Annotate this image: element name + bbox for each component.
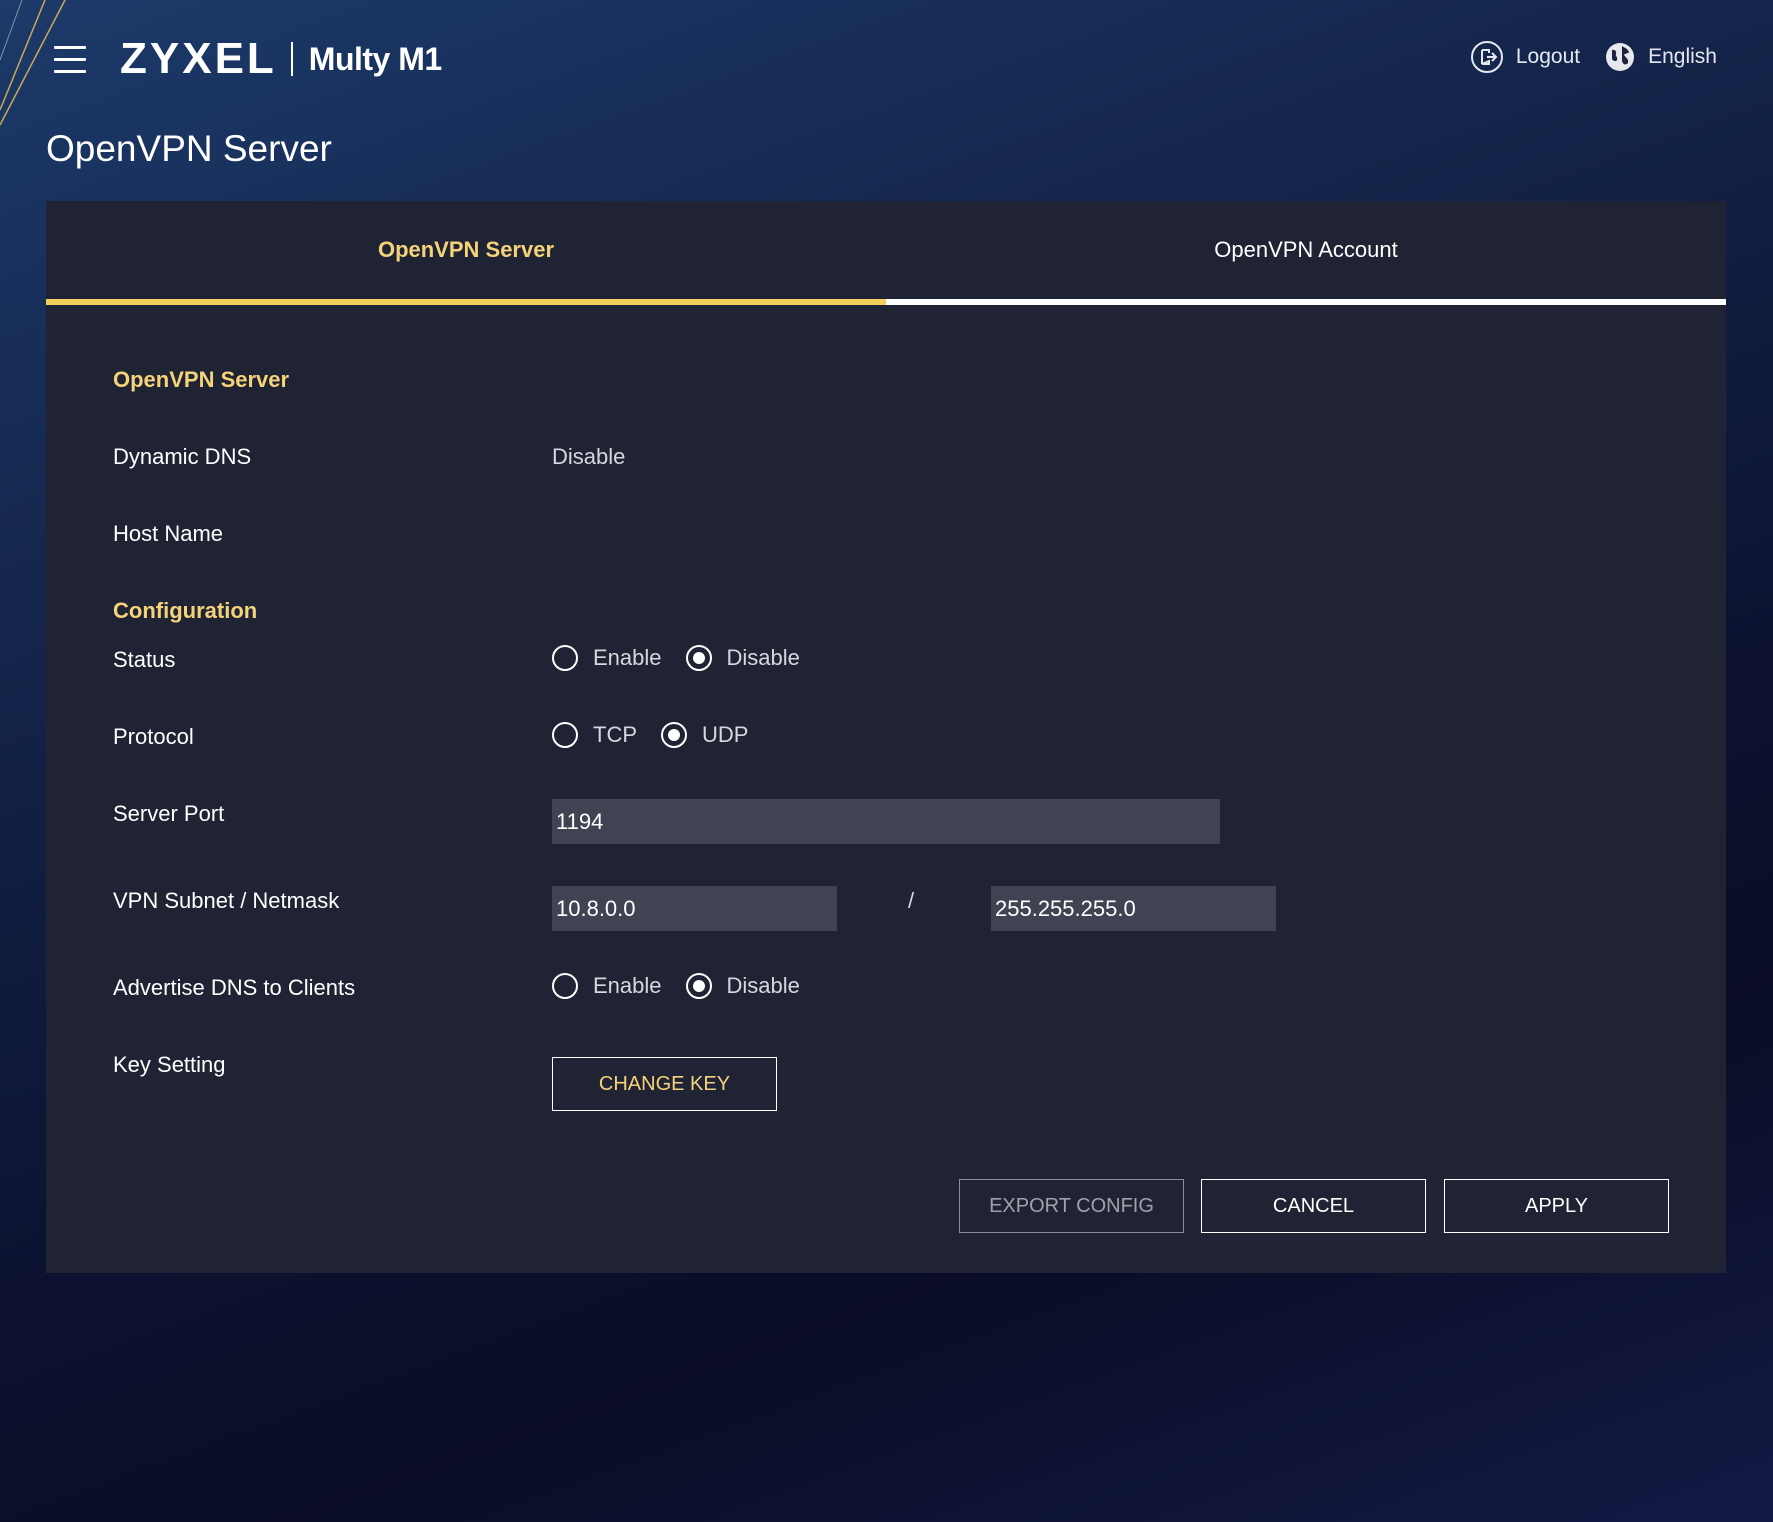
brand-logo: ZYXEL [120,34,277,83]
radio-checked-icon [685,973,712,999]
tab-openvpn-account[interactable]: OpenVPN Account [886,201,1726,305]
tab-active-indicator [46,299,886,305]
radio-unchecked-icon [552,645,578,671]
radio-checked-icon [661,722,687,748]
radio-unchecked-icon [552,973,578,999]
status-radio-group: Enable Disable [552,645,824,671]
advertise-dns-disable-radio[interactable]: Disable [685,973,800,999]
status-label: Status [113,647,176,672]
server-port-label: Server Port [113,801,225,826]
tab-bar: OpenVPN Server OpenVPN Account [46,201,1726,305]
dynamic-dns-label: Dynamic DNS [113,444,252,469]
logout-label: Logout [1515,45,1581,68]
vpn-subnet-label: VPN Subnet / Netmask [113,888,340,913]
dynamic-dns-value: Disable [552,444,626,469]
tab-openvpn-server[interactable]: OpenVPN Server [46,201,886,305]
apply-button[interactable]: APPLY [1444,1179,1669,1233]
page-title: OpenVPN Server [46,128,332,169]
logout-button[interactable]: Logout [1470,40,1580,74]
radio-label: Disable [726,973,800,998]
language-label: English [1648,45,1717,68]
protocol-label: Protocol [113,724,194,749]
radio-unchecked-icon [552,722,578,748]
server-port-input[interactable] [552,799,1220,844]
cancel-button[interactable]: CANCEL [1201,1179,1426,1233]
globe-icon [1606,43,1635,71]
key-setting-label: Key Setting [113,1052,226,1077]
radio-label: UDP [702,722,749,747]
radio-checked-icon [685,645,712,671]
export-config-button[interactable]: EXPORT CONFIG [959,1179,1184,1233]
change-key-button[interactable]: CHANGE KEY [552,1057,777,1111]
logout-icon [1470,41,1503,73]
radio-label: Enable [593,973,662,998]
vpn-subnet-input[interactable] [552,886,837,931]
subnet-separator: / [908,888,915,913]
protocol-radio-group: TCP UDP [552,722,772,748]
radio-label: TCP [593,722,637,747]
radio-label: Enable [593,645,662,670]
menu-icon[interactable] [54,46,86,76]
host-name-label: Host Name [113,521,224,546]
settings-panel: OpenVPN Server OpenVPN Account OpenVPN S… [46,201,1726,1273]
section-heading-server: OpenVPN Server [113,367,290,392]
brand-divider [290,42,293,76]
status-enable-radio[interactable]: Enable [552,645,662,671]
advertise-dns-enable-radio[interactable]: Enable [552,973,662,999]
advertise-dns-radio-group: Enable Disable [552,973,824,999]
model-name: Multy M1 [308,40,442,77]
advertise-dns-label: Advertise DNS to Clients [113,975,356,1000]
brand: ZYXEL Multy M1 [120,34,442,84]
section-heading-configuration: Configuration [113,598,258,623]
protocol-udp-radio[interactable]: UDP [661,722,748,748]
protocol-tcp-radio[interactable]: TCP [552,722,637,748]
status-disable-radio[interactable]: Disable [685,645,800,671]
top-actions: Logout English [1446,40,1717,74]
language-selector[interactable]: English [1604,41,1717,73]
radio-label: Disable [726,645,800,670]
vpn-netmask-input[interactable] [991,886,1276,931]
